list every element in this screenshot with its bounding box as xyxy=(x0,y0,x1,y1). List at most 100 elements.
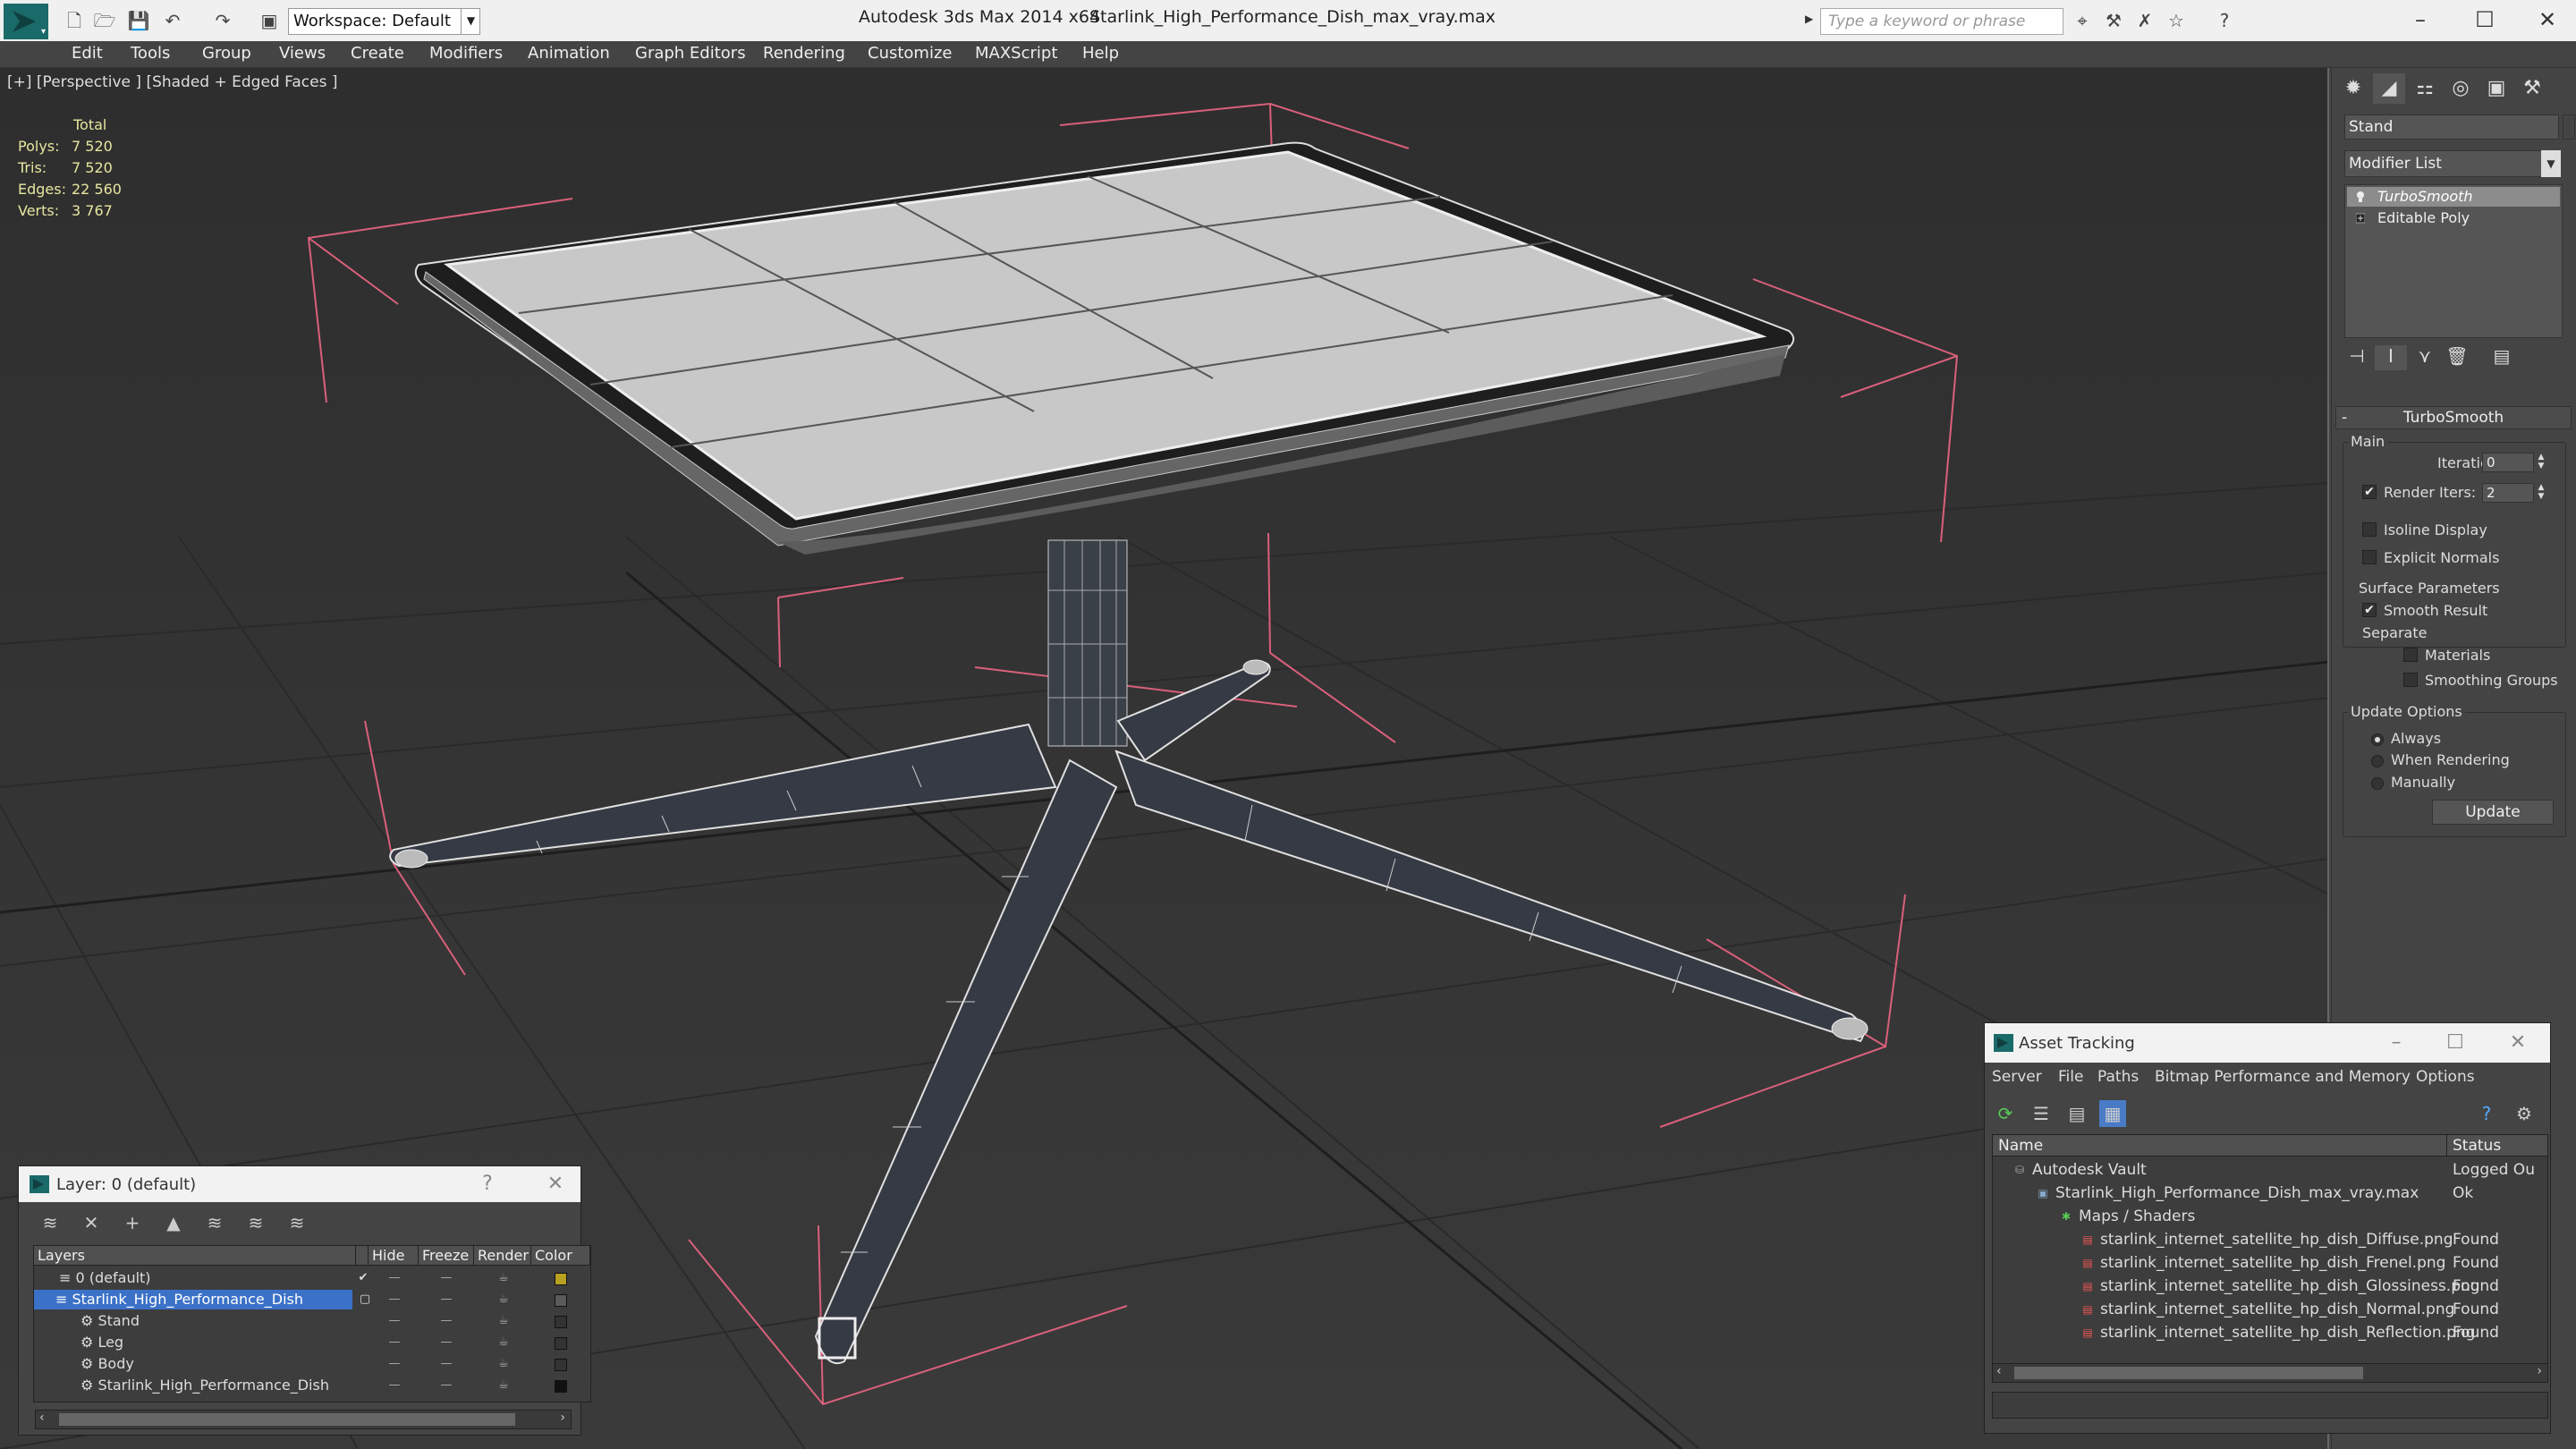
hide-toggle[interactable]: — xyxy=(383,1290,406,1309)
asset-menu-options[interactable]: Options xyxy=(2416,1068,2475,1086)
menu-maxscript[interactable]: MAXScript xyxy=(975,44,1057,63)
object-color-swatch[interactable] xyxy=(2563,114,2575,140)
render-teapot-icon[interactable]: ☕ xyxy=(492,1268,515,1288)
menu-group[interactable]: Group xyxy=(202,44,251,63)
layer-table[interactable]: Layers Hide Freeze Render Color ≡ 0 (def… xyxy=(33,1245,591,1402)
undo-icon[interactable]: ↶ xyxy=(161,10,184,31)
remove-modifier-icon[interactable]: 🗑 xyxy=(2441,345,2473,370)
motion-tab-icon[interactable]: ◎ xyxy=(2445,73,2477,104)
search-input[interactable]: Type a keyword or phrase xyxy=(1820,8,2063,35)
menu-views[interactable]: Views xyxy=(279,44,326,63)
menu-graph-editors[interactable]: Graph Editors xyxy=(635,44,746,63)
horizontal-scrollbar[interactable]: ‹ › xyxy=(35,1410,572,1429)
layer-color-swatch[interactable] xyxy=(555,1294,567,1307)
table-row[interactable]: ▤ starlink_internet_satellite_hp_dish_Gl… xyxy=(1993,1275,2547,1298)
column-header-name[interactable]: Name xyxy=(1993,1135,2447,1157)
layer-tools-icon[interactable]: ≋ xyxy=(37,1209,64,1236)
layer-color-swatch[interactable] xyxy=(555,1380,567,1393)
scroll-right-icon[interactable]: › xyxy=(2537,1364,2542,1378)
modifier-list-dropdown[interactable]: Modifier List xyxy=(2344,150,2561,177)
smoothing-groups-checkbox[interactable] xyxy=(2403,673,2418,687)
menu-help[interactable]: Help xyxy=(1082,44,1119,63)
table-row[interactable]: ⚙ Body — — ☕ xyxy=(34,1353,590,1375)
render-teapot-icon[interactable]: ☕ xyxy=(492,1376,515,1395)
table-row[interactable]: ▣ Starlink_High_Performance_Dish_max_vra… xyxy=(1993,1182,2547,1205)
spinner-arrows-icon[interactable]: ▲ ▼ xyxy=(2536,483,2546,503)
render-teapot-icon[interactable]: ☕ xyxy=(492,1333,515,1352)
table-row[interactable]: ⚙ Leg — — ☕ xyxy=(34,1332,590,1353)
when-rendering-radio[interactable] xyxy=(2371,755,2384,767)
make-unique-icon[interactable]: ⋎ xyxy=(2409,345,2441,370)
menu-create[interactable]: Create xyxy=(351,44,404,63)
hide-all-layers-icon[interactable]: ≋ xyxy=(242,1209,269,1236)
render-teapot-icon[interactable]: ☕ xyxy=(492,1311,515,1331)
horizontal-scrollbar[interactable]: ‹ › xyxy=(1992,1363,2548,1383)
layer-color-swatch[interactable] xyxy=(555,1337,567,1350)
create-tab-icon[interactable]: ✹ xyxy=(2337,73,2369,104)
list-view-icon[interactable]: ☰ xyxy=(2028,1100,2055,1127)
freeze-toggle[interactable]: — xyxy=(435,1290,458,1309)
asset-menu-paths[interactable]: Paths xyxy=(2097,1068,2139,1086)
column-header-layers[interactable]: Layers xyxy=(34,1246,356,1266)
chevron-down-icon[interactable]: ▼ xyxy=(461,8,480,35)
maximize-button[interactable]: ☐ xyxy=(2458,4,2512,36)
scrollbar-thumb[interactable] xyxy=(2014,1367,2363,1379)
asset-menu-file[interactable]: File xyxy=(2058,1068,2083,1086)
expand-plus-icon[interactable] xyxy=(2356,212,2365,225)
layer-window-titlebar[interactable]: Layer: 0 (default) ? ✕ xyxy=(19,1166,580,1202)
freeze-toggle[interactable]: — xyxy=(435,1354,458,1374)
menu-modifiers[interactable]: Modifiers xyxy=(429,44,503,63)
scroll-right-icon[interactable]: › xyxy=(560,1411,565,1425)
menu-animation[interactable]: Animation xyxy=(528,44,610,63)
minimize-button[interactable]: – xyxy=(2394,4,2447,36)
new-file-icon[interactable]: 🗋 xyxy=(63,10,86,31)
table-row[interactable]: ⛁ Autodesk Vault Logged Ou xyxy=(1993,1158,2547,1182)
freeze-toggle[interactable]: — xyxy=(435,1311,458,1331)
open-file-icon[interactable]: 🗁 xyxy=(93,10,116,31)
viewport-label[interactable]: [+] [Perspective ] [Shaded + Edged Faces… xyxy=(7,73,337,91)
table-row[interactable]: ≡ 0 (default) ✔ — — ☕ xyxy=(34,1267,590,1289)
modify-tab-icon[interactable]: ◢ xyxy=(2373,73,2405,104)
scrollbar-thumb[interactable] xyxy=(59,1413,515,1426)
stack-item-turbosmooth[interactable]: TurboSmooth xyxy=(2347,187,2560,207)
asset-menu-server[interactable]: Server xyxy=(1992,1068,2042,1086)
freeze-toggle[interactable]: — xyxy=(435,1376,458,1395)
table-row[interactable]: ⚙ Stand — — ☕ xyxy=(34,1310,590,1332)
asset-table[interactable]: Name Status ⛁ Autodesk Vault Logged Ou ▣… xyxy=(1992,1134,2548,1372)
favorites-star-icon[interactable]: ☆ xyxy=(2165,10,2188,31)
hierarchy-tab-icon[interactable]: ⚏ xyxy=(2409,73,2441,104)
3dsmax-logo-icon[interactable]: ▾ xyxy=(4,4,48,39)
explicit-normals-checkbox[interactable] xyxy=(2362,550,2377,564)
render-iters-spinner[interactable]: 2 xyxy=(2482,483,2534,503)
menu-rendering[interactable]: Rendering xyxy=(763,44,845,63)
table-row[interactable]: ▤ starlink_internet_satellite_hp_dish_Di… xyxy=(1993,1228,2547,1251)
save-icon[interactable]: 💾 xyxy=(127,10,150,31)
render-iters-checkbox[interactable]: ✔ xyxy=(2362,485,2377,499)
show-end-result-icon[interactable]: Ⅰ xyxy=(2375,345,2407,370)
table-row[interactable]: ≡ Starlink_High_Performance_Dish ▢ — — ☕ xyxy=(34,1289,590,1310)
isoline-display-checkbox[interactable] xyxy=(2362,522,2377,537)
hide-toggle[interactable]: — xyxy=(383,1333,406,1352)
render-teapot-icon[interactable]: ☕ xyxy=(492,1290,515,1309)
layer-color-swatch[interactable] xyxy=(555,1316,567,1328)
asset-path-field[interactable] xyxy=(1992,1392,2548,1419)
hide-toggle[interactable]: — xyxy=(383,1376,406,1395)
table-row[interactable]: ▤ starlink_internet_satellite_hp_dish_No… xyxy=(1993,1298,2547,1321)
hide-toggle[interactable]: — xyxy=(383,1354,406,1374)
binoculars-icon[interactable]: ⌖ xyxy=(2071,10,2094,31)
subscription-icon[interactable]: ⚒ xyxy=(2102,10,2125,31)
spinner-arrows-icon[interactable]: ▲ ▼ xyxy=(2536,453,2546,472)
highlight-layer-icon[interactable]: ≋ xyxy=(201,1209,228,1236)
column-header-freeze[interactable]: Freeze xyxy=(419,1246,474,1266)
add-to-layer-icon[interactable]: + xyxy=(119,1209,146,1236)
stack-item-editable-poly[interactable]: Editable Poly xyxy=(2347,208,2560,228)
asset-menu-bitmap-performance[interactable]: Bitmap Performance and Memory xyxy=(2155,1068,2411,1086)
materials-checkbox[interactable] xyxy=(2403,648,2418,662)
iterations-spinner[interactable]: 0 xyxy=(2482,453,2534,472)
freeze-toggle[interactable]: — xyxy=(435,1333,458,1352)
table-row[interactable]: ⚙ Starlink_High_Performance_Dish — — ☕ xyxy=(34,1375,590,1396)
modifier-stack[interactable]: TurboSmooth Editable Poly xyxy=(2344,184,2563,338)
pin-stack-icon[interactable]: ⊣ xyxy=(2341,345,2373,370)
help-icon[interactable]: ? xyxy=(2213,10,2236,31)
menu-tools[interactable]: Tools xyxy=(131,44,170,63)
